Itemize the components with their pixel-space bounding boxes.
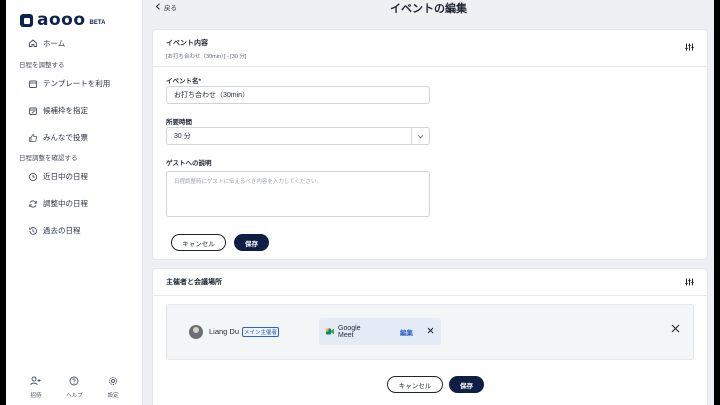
sidebar-item-in-progress[interactable]: 調整中の日程 (6, 190, 143, 217)
card-title: 主催者と会議場所 (166, 279, 222, 286)
section-label-confirm: 日程調整を確認する (19, 155, 78, 162)
save-button[interactable]: 保存 (449, 376, 484, 393)
duration-value: 30 分 (174, 133, 191, 140)
section-label-adjust: 日程を調整する (19, 62, 65, 69)
calendar-edit-icon (28, 106, 38, 116)
host-location-card: 主催者と会議場所 Liang Du メイン主催者 Google Meet 編集 (152, 268, 708, 405)
location-label: Google Meet (338, 324, 361, 339)
google-meet-icon (326, 328, 334, 335)
divider (153, 66, 707, 67)
meeting-location-chip: Google Meet 編集 (319, 318, 441, 345)
app-window: aooo BETA ホーム 日程を調整する テンプレートを利用 候補枠を指定 み… (6, 0, 714, 405)
help-icon (69, 376, 79, 388)
beta-badge: BETA (89, 20, 106, 26)
clock-icon (28, 172, 38, 182)
remove-location-icon[interactable] (427, 327, 434, 336)
duration-select[interactable]: 30 分 (166, 127, 430, 145)
sidebar-footer: 招待 ヘルプ 設定 (6, 376, 143, 399)
edit-location-button[interactable]: 編集 (400, 327, 413, 337)
event-details-card: イベント内容 [お打ち合わせ（30min）] - [30 分] イベント名* お… (152, 29, 708, 260)
calendar-icon (28, 79, 38, 89)
card-title: イベント内容 (166, 40, 208, 47)
collapse-toggle-icon[interactable] (685, 43, 694, 53)
cancel-button[interactable]: キャンセル (387, 376, 443, 393)
event-name-label: イベント名* (166, 78, 202, 85)
invite-icon (30, 376, 41, 388)
page-title: イベントの編集 (390, 3, 467, 15)
help-label: ヘルプ (66, 393, 83, 399)
event-name-value: お打ち合わせ（30min） (174, 92, 250, 99)
sidebar-item-label: ホーム (43, 38, 66, 48)
logo-mark-icon (20, 13, 33, 27)
settings-label: 設定 (107, 393, 119, 399)
invite-label: 招待 (30, 393, 42, 399)
guest-description-label: ゲストへの説明 (166, 160, 212, 167)
remove-host-icon[interactable] (671, 324, 680, 336)
sidebar-nav: ホーム 日程を調整する テンプレートを利用 候補枠を指定 みんなで投票 日程調整… (6, 36, 143, 244)
sidebar-item-upcoming[interactable]: 近日中の日程 (6, 163, 143, 190)
save-button[interactable]: 保存 (234, 234, 269, 251)
duration-label: 所要時間 (166, 119, 192, 126)
divider (153, 295, 707, 296)
sidebar-item-specify-slots[interactable]: 候補枠を指定 (6, 97, 143, 124)
sidebar-item-label: 近日中の日程 (43, 172, 88, 181)
chevron-down-icon (411, 128, 429, 144)
sidebar-item-label: テンプレートを利用 (43, 79, 111, 88)
page-header: 戻る イベントの編集 (143, 0, 714, 15)
gear-icon (108, 376, 118, 388)
sidebar-item-home[interactable]: ホーム (6, 36, 143, 50)
invite-button[interactable]: 招待 (30, 376, 41, 399)
sidebar-item-template[interactable]: テンプレートを利用 (6, 70, 143, 97)
history-icon (28, 226, 38, 236)
help-button[interactable]: ヘルプ (66, 376, 83, 399)
sidebar-item-label: みんなで投票 (43, 133, 88, 142)
event-name-input[interactable]: お打ち合わせ（30min） (166, 86, 430, 104)
sidebar-item-label: 過去の日程 (43, 226, 81, 235)
host-name: Liang Du (209, 327, 240, 336)
sidebar-item-label: 候補枠を指定 (43, 106, 88, 115)
app-logo[interactable]: aooo BETA (20, 10, 105, 30)
thumbs-up-icon (28, 133, 38, 143)
sidebar: aooo BETA ホーム 日程を調整する テンプレートを利用 候補枠を指定 み… (6, 0, 143, 405)
collapse-toggle-icon[interactable] (685, 278, 694, 288)
main-host-badge: メイン主催者 (242, 327, 280, 337)
home-icon (28, 38, 38, 48)
logo-text: aooo (37, 10, 86, 30)
guest-description-placeholder: 日程調整時にゲストに伝えるべき内容を入力してください。 (174, 179, 323, 185)
settings-button[interactable]: 設定 (108, 376, 119, 399)
sidebar-item-label: 調整中の日程 (43, 199, 88, 208)
cancel-button[interactable]: キャンセル (171, 234, 226, 251)
sidebar-item-past[interactable]: 過去の日程 (6, 217, 143, 244)
host-row: Liang Du メイン主催者 Google Meet 編集 (166, 304, 694, 360)
sync-icon (28, 199, 38, 209)
guest-description-input[interactable]: 日程調整時にゲストに伝えるべき内容を入力してください。 (166, 171, 430, 217)
card-subtitle: [お打ち合わせ（30min）] - [30 分] (166, 54, 247, 60)
avatar (189, 325, 203, 339)
sidebar-item-vote[interactable]: みんなで投票 (6, 124, 143, 151)
